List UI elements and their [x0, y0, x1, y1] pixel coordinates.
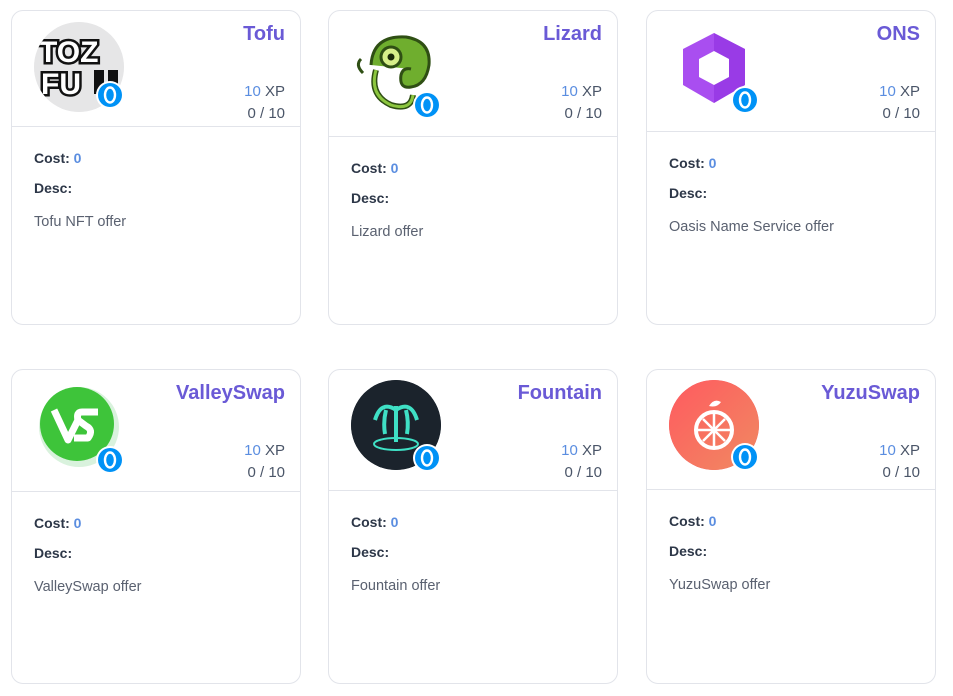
card-title: YuzuSwap [821, 382, 920, 404]
oasis-badge-icon [731, 86, 759, 114]
card-header: Lizard 10 XP 0 / 10 [329, 11, 617, 137]
desc-label: Desc: [34, 180, 73, 196]
offer-card-tofu[interactable]: TOZ FU Tofu 10 XP 0 / 10 Cost: 0 Desc: T… [11, 10, 301, 325]
cost-line: Cost: 0 [669, 513, 717, 529]
cost-line: Cost: 0 [669, 155, 717, 171]
offer-card-yuzuswap[interactable]: YuzuSwap 10 XP 0 / 10 Cost: 0 Desc: Yuzu… [646, 369, 936, 684]
card-header: TOZ FU Tofu 10 XP 0 / 10 [12, 11, 300, 127]
desc-label: Desc: [351, 190, 390, 206]
cost-line: Cost: 0 [34, 515, 82, 531]
desc-text: Lizard offer [351, 224, 424, 240]
desc-text: Oasis Name Service offer [669, 219, 834, 235]
progress-count: 0 / 10 [564, 105, 602, 122]
progress-count: 0 / 10 [247, 105, 285, 122]
desc-text: Fountain offer [351, 578, 441, 594]
offer-card-lizard[interactable]: Lizard 10 XP 0 / 10 Cost: 0 Desc: Lizard… [328, 10, 618, 325]
progress-count: 0 / 10 [882, 464, 920, 481]
desc-text: Tofu NFT offer [34, 214, 127, 230]
progress-count: 0 / 10 [247, 464, 285, 481]
offer-card-ons[interactable]: ONS 10 XP 0 / 10 Cost: 0 Desc: Oasis Nam… [646, 10, 936, 325]
cost-line: Cost: 0 [351, 514, 399, 530]
cost-line: Cost: 0 [351, 160, 399, 176]
desc-text: ValleySwap offer [34, 579, 142, 595]
progress-count: 0 / 10 [564, 464, 602, 481]
oasis-badge-icon [413, 444, 441, 472]
offer-card-valleyswap[interactable]: ValleySwap 10 XP 0 / 10 Cost: 0 Desc: Va… [11, 369, 301, 684]
card-header: Fountain 10 XP 0 / 10 [329, 370, 617, 491]
desc-label: Desc: [669, 543, 708, 559]
card-title: ONS [876, 23, 920, 45]
card-header: YuzuSwap 10 XP 0 / 10 [647, 370, 935, 490]
offer-card-fountain[interactable]: Fountain 10 XP 0 / 10 Cost: 0 Desc: Foun… [328, 369, 618, 684]
xp-reward: 10 XP [879, 83, 920, 100]
svg-text:TOZ: TOZ [39, 36, 98, 69]
desc-text: YuzuSwap offer [669, 577, 771, 593]
svg-text:FU: FU [41, 68, 81, 101]
card-body: Cost: 0 Desc: YuzuSwap offer [647, 490, 935, 593]
card-title: ValleySwap [176, 382, 285, 404]
progress-count: 0 / 10 [882, 105, 920, 122]
xp-reward: 10 XP [561, 83, 602, 100]
cost-line: Cost: 0 [34, 150, 82, 166]
oasis-badge-icon [96, 446, 124, 474]
card-body: Cost: 0 Desc: Lizard offer [329, 137, 617, 240]
card-body: Cost: 0 Desc: Fountain offer [329, 491, 617, 594]
desc-label: Desc: [351, 544, 390, 560]
card-body: Cost: 0 Desc: Tofu NFT offer [12, 127, 300, 230]
xp-reward: 10 XP [244, 442, 285, 459]
xp-reward: 10 XP [879, 442, 920, 459]
card-title: Fountain [517, 382, 602, 404]
card-title: Tofu [243, 23, 285, 45]
card-header: ONS 10 XP 0 / 10 [647, 11, 935, 132]
card-body: Cost: 0 Desc: ValleySwap offer [12, 492, 300, 595]
desc-label: Desc: [669, 185, 708, 201]
card-header: ValleySwap 10 XP 0 / 10 [12, 370, 300, 492]
xp-reward: 10 XP [244, 83, 285, 100]
oasis-badge-icon [96, 81, 124, 109]
desc-label: Desc: [34, 545, 73, 561]
oasis-badge-icon [413, 91, 441, 119]
oasis-badge-icon [731, 443, 759, 471]
card-body: Cost: 0 Desc: Oasis Name Service offer [647, 132, 935, 235]
card-title: Lizard [543, 23, 602, 45]
xp-reward: 10 XP [561, 442, 602, 459]
